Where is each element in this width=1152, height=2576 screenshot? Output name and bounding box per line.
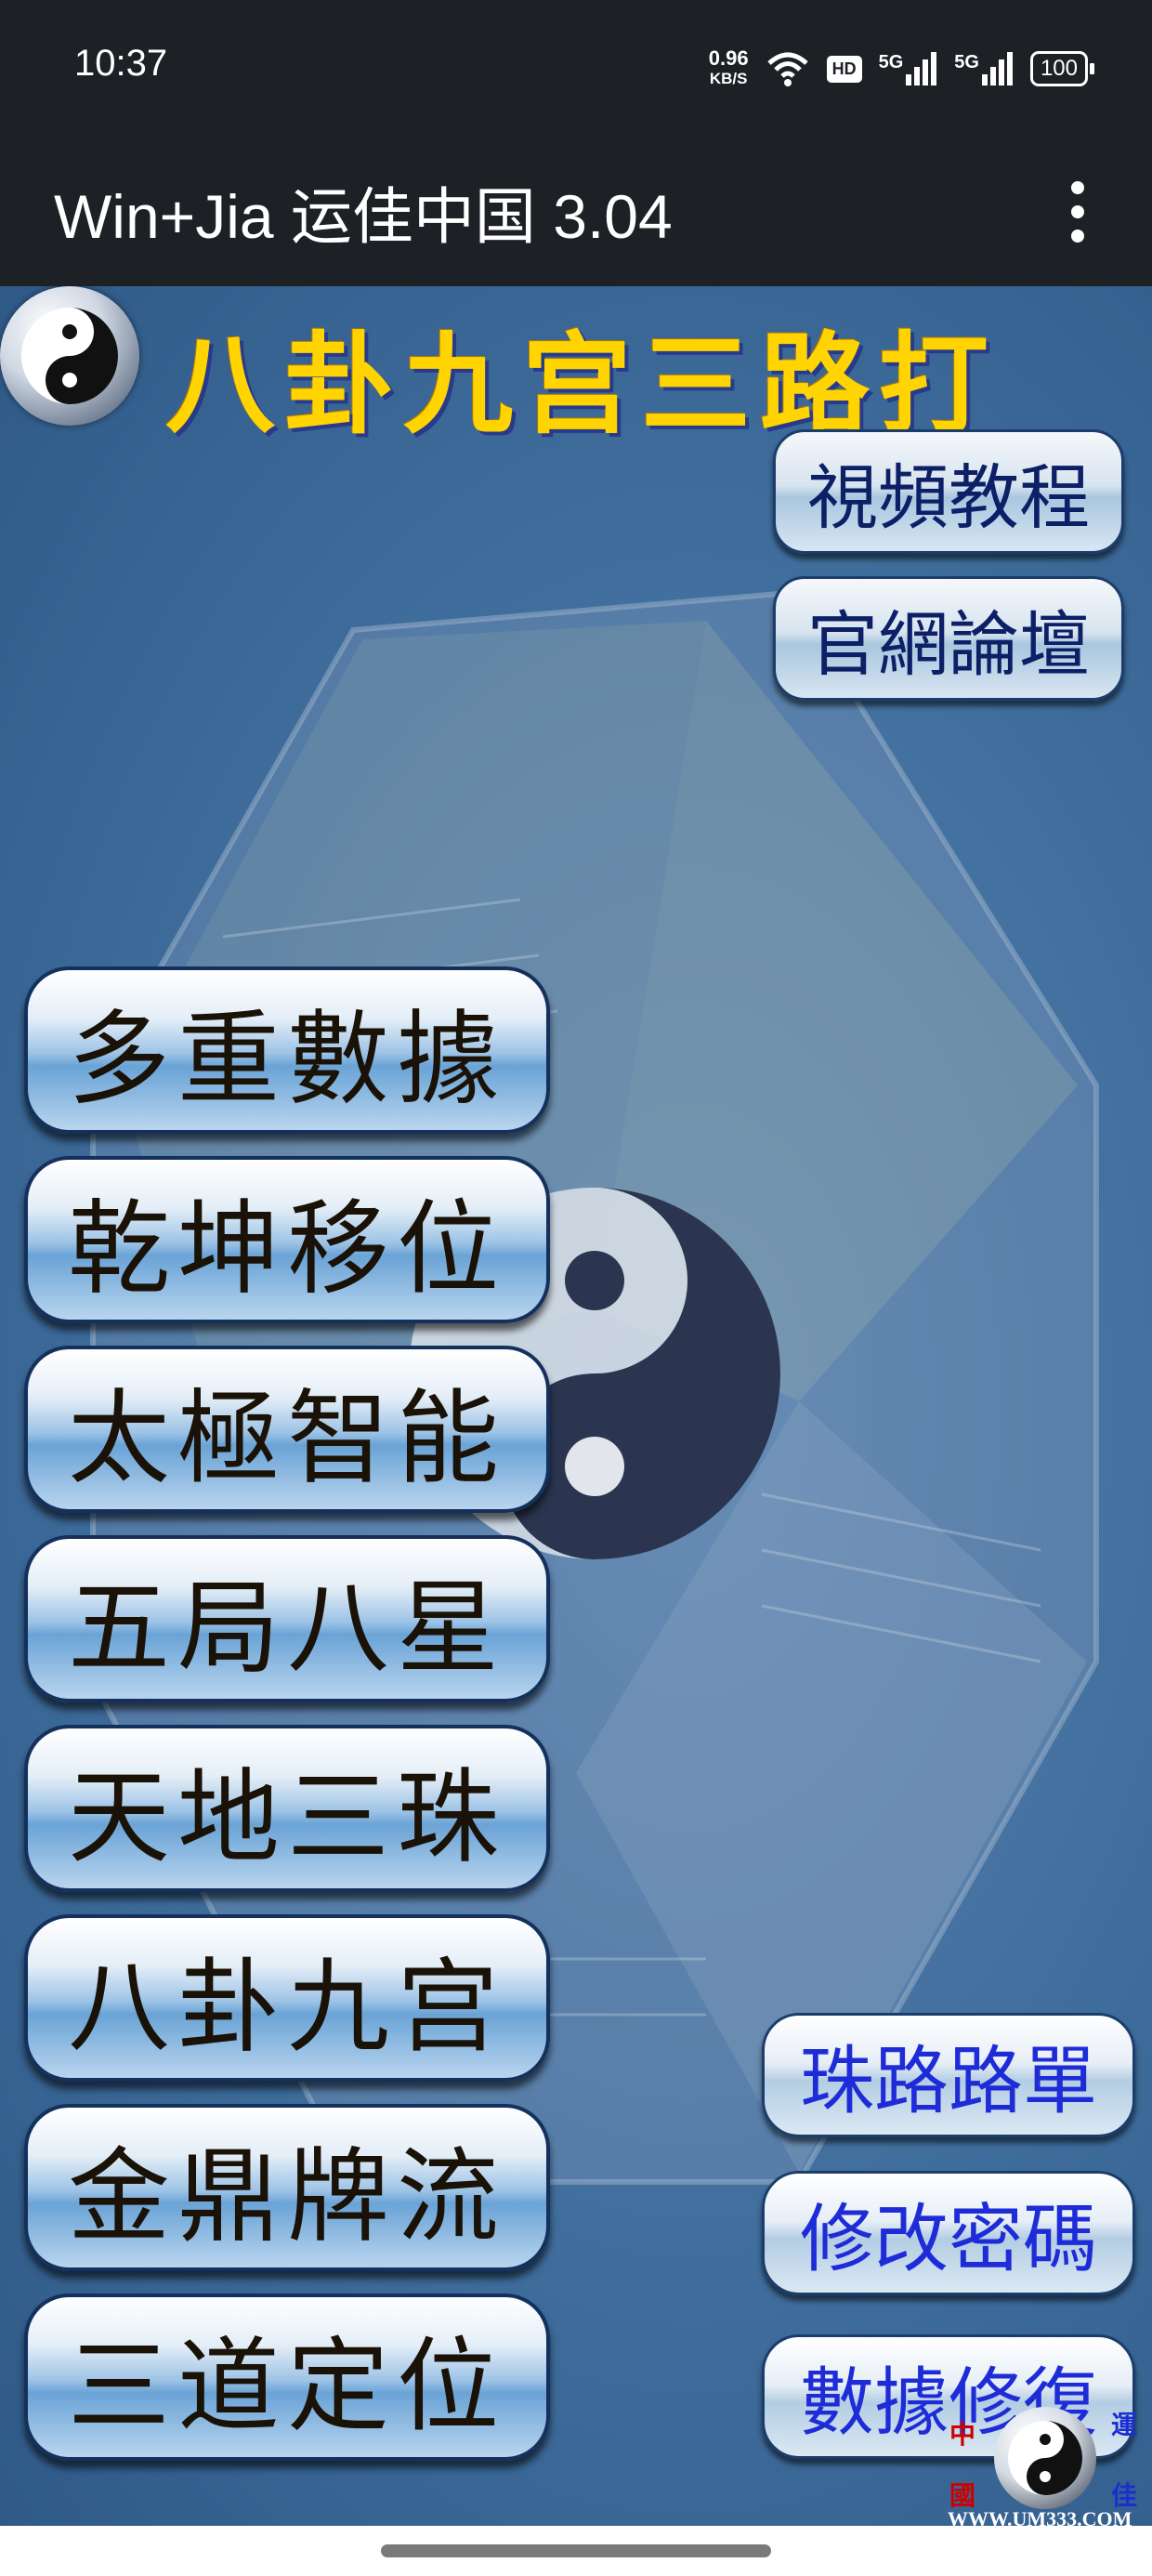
signal-5g-icon: 5G bbox=[879, 52, 938, 85]
menu-button-multi-data[interactable]: 多重數據 bbox=[24, 966, 550, 1134]
road-sheet-button[interactable]: 珠路路單 bbox=[762, 2013, 1135, 2137]
battery-tip bbox=[1090, 63, 1094, 74]
app-bar: Win+Jia 运佳中国 3.04 bbox=[0, 139, 1152, 286]
corner-char-zhong: 中 bbox=[949, 2419, 976, 2450]
menu-button-five-rounds[interactable]: 五局八星 bbox=[24, 1535, 550, 1702]
menu-dot bbox=[1071, 230, 1084, 243]
footer-url: WWW.UM333.COM bbox=[948, 2507, 1132, 2526]
menu-dot bbox=[1071, 205, 1084, 218]
signal-5g-label-2: 5G bbox=[954, 52, 979, 72]
net-speed: 0.96 KB/S bbox=[709, 48, 749, 89]
signal-5g-label: 5G bbox=[878, 52, 904, 72]
menu-button-taiji-smart[interactable]: 太極智能 bbox=[24, 1346, 550, 1513]
main-content: 八卦九宫三路打 視頻教程 官網論壇 多重數據 乾坤移位 太極智能 五局八星 天地… bbox=[0, 286, 1152, 2526]
video-tutorial-button[interactable]: 視頻教程 bbox=[773, 429, 1124, 554]
app-title: Win+Jia 运佳中国 3.04 bbox=[54, 182, 673, 251]
status-icons: 0.96 KB/S HD 5G 5G 100 bbox=[709, 41, 1094, 97]
signal-5g-icon-2: 5G bbox=[954, 52, 1014, 85]
home-gesture-handle[interactable] bbox=[381, 2544, 771, 2557]
menu-button-qiankun-shift[interactable]: 乾坤移位 bbox=[24, 1156, 550, 1323]
wifi-icon bbox=[766, 50, 810, 87]
corner-taiji-logo bbox=[994, 2407, 1096, 2509]
change-password-button[interactable]: 修改密碼 bbox=[762, 2171, 1135, 2295]
menu-button-jinding-paiflow[interactable]: 金鼎牌流 bbox=[24, 2104, 550, 2271]
menu-dot bbox=[1071, 181, 1084, 194]
status-time: 10:37 bbox=[74, 43, 168, 84]
navigation-bar bbox=[0, 2526, 1152, 2576]
corner-char-yun: 運 bbox=[1111, 2410, 1138, 2440]
net-speed-value: 0.96 bbox=[708, 46, 749, 70]
official-forum-button[interactable]: 官網論壇 bbox=[773, 576, 1124, 701]
menu-button-tiandi-sanzhu[interactable]: 天地三珠 bbox=[24, 1725, 550, 1892]
net-speed-unit: KB/S bbox=[709, 70, 748, 87]
menu-button-sandao-position[interactable]: 三道定位 bbox=[24, 2293, 550, 2461]
battery-level: 100 bbox=[1029, 51, 1088, 86]
menu-button-bagua-jiugong[interactable]: 八卦九宫 bbox=[24, 1914, 550, 2082]
overflow-menu-icon[interactable] bbox=[1050, 165, 1106, 258]
hd-badge: HD bbox=[826, 55, 862, 83]
battery-icon: 100 bbox=[1029, 51, 1094, 86]
taiji-logo bbox=[0, 286, 139, 426]
status-bar: 10:37 0.96 KB/S HD 5G 5G 100 bbox=[0, 0, 1152, 139]
